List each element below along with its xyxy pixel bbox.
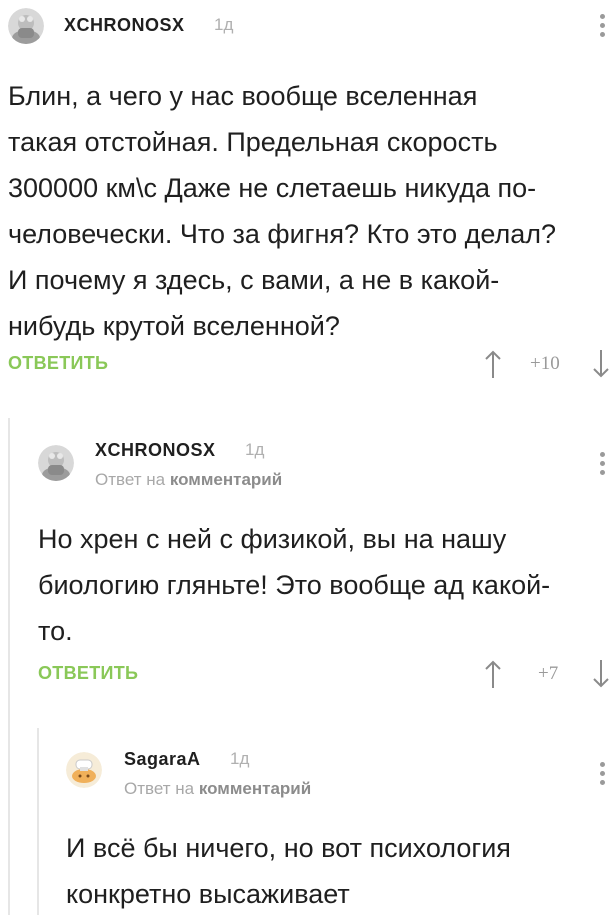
reply-to-link[interactable]: Ответ на комментарий <box>124 779 311 799</box>
reply-to-link[interactable]: Ответ на комментарий <box>95 470 282 490</box>
rating-value: +10 <box>530 353 560 374</box>
comment-line: И всё бы ничего, но вот психология <box>66 833 511 863</box>
comment-line: нибудь крутой вселенной? <box>8 311 340 341</box>
thread-line[interactable] <box>37 728 39 915</box>
thread-line[interactable] <box>8 418 10 915</box>
rating-value: +7 <box>538 663 559 684</box>
username[interactable]: SagaraA <box>124 749 201 770</box>
more-vertical-icon[interactable] <box>600 452 606 479</box>
comment-line: конкретно высаживает <box>66 879 350 909</box>
reply-button[interactable]: ОТВЕТИТЬ <box>8 353 108 374</box>
more-vertical-icon[interactable] <box>600 14 606 41</box>
timestamp: 1д <box>230 749 250 768</box>
reply-prefix: Ответ на <box>124 779 195 798</box>
username[interactable]: XCHRONOSX <box>95 440 216 461</box>
comment-line: человечески. Что за фигня? Кто это делал… <box>8 219 557 249</box>
avatar[interactable] <box>66 752 102 788</box>
user-avatar-icon <box>66 752 102 788</box>
comment-text: И всё бы ничего, но вот психология конкр… <box>66 825 606 917</box>
comment-text: Блин, а чего у нас вообще вселенная така… <box>8 73 608 349</box>
comment-line: Блин, а чего у нас вообще вселенная <box>8 81 478 111</box>
user-avatar-icon <box>38 445 74 481</box>
reply-button[interactable]: ОТВЕТИТЬ <box>38 663 138 684</box>
comment-line: биологию гляньте! Это вообще ад какой- <box>38 570 551 600</box>
comment-text: Но хрен с ней с физикой, вы на нашу биол… <box>38 516 608 654</box>
comment-line: И почему я здесь, с вами, а не в какой- <box>8 265 500 295</box>
reply-target[interactable]: комментарий <box>199 779 311 798</box>
timestamp: 1д <box>245 440 265 459</box>
avatar[interactable] <box>8 8 44 44</box>
timestamp: 1д <box>214 15 234 34</box>
arrow-up-icon[interactable] <box>484 659 502 689</box>
avatar[interactable] <box>38 445 74 481</box>
reply-prefix: Ответ на <box>95 470 166 489</box>
arrow-down-icon[interactable] <box>592 349 610 379</box>
user-avatar-icon <box>8 8 44 44</box>
arrow-up-icon[interactable] <box>484 349 502 379</box>
comment-line: то. <box>38 616 73 646</box>
comment-line: 300000 км\с Даже не слетаешь никуда по- <box>8 173 537 203</box>
username[interactable]: XCHRONOSX <box>64 15 185 36</box>
reply-target[interactable]: комментарий <box>170 470 282 489</box>
comment-line: такая отстойная. Предельная скорость <box>8 127 498 157</box>
comment-line: Но хрен с ней с физикой, вы на нашу <box>38 524 507 554</box>
more-vertical-icon[interactable] <box>600 762 606 789</box>
arrow-down-icon[interactable] <box>592 659 610 689</box>
